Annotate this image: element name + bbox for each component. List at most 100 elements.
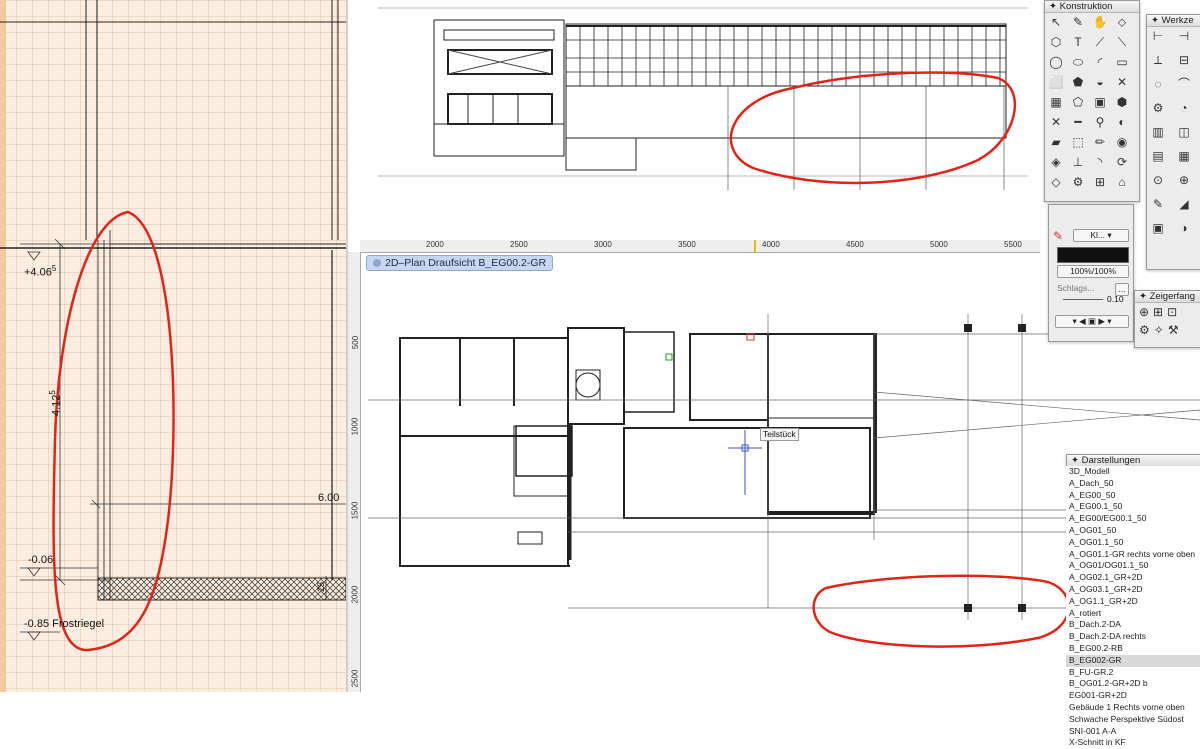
fill-color-swatch[interactable]: [1057, 247, 1129, 263]
tool-icon[interactable]: ▤: [1149, 147, 1167, 165]
pen-icon[interactable]: ✎: [1053, 229, 1063, 243]
views-list-item[interactable]: A_EG00/EG00.1_50: [1066, 513, 1200, 525]
construction-tool-icon[interactable]: ⟳: [1113, 153, 1131, 171]
construction-tool-icon[interactable]: ✕: [1113, 73, 1131, 91]
views-list-item[interactable]: B_Dach.2-DA rechts: [1066, 631, 1200, 643]
construction-tool-icon[interactable]: ↖: [1047, 13, 1065, 31]
snap-palette[interactable]: ✦ Zeigerfang ⊕⊞⊡ ⚙✧⚒: [1134, 290, 1200, 348]
construction-tool-icon[interactable]: ⊞: [1091, 173, 1109, 191]
views-list-item[interactable]: B_EG00.2-RB: [1066, 643, 1200, 655]
section-view-pane[interactable]: +4.065 4.125 6.00 -0.06 25 -0.85 Frostri…: [0, 0, 348, 692]
construction-tool-icon[interactable]: ⬚: [1069, 133, 1087, 151]
construction-tool-icon[interactable]: ◜: [1091, 53, 1109, 71]
elevation-view-pane[interactable]: [348, 0, 1040, 240]
construction-palette[interactable]: ✦ Konstruktion ↖ ✎ ✋ ⬦ ⬡ T ⟋ ⟍ ◯ ⬭ ◜ ▭ ⬜ ⬟ ◒ ✕ ▦ ⬠ ▣ ⬢ ✕ ━ ⚲ ◐ ▰…: [1044, 0, 1140, 202]
construction-tool-icon[interactable]: ⬠: [1069, 93, 1087, 111]
snap-tooltip: Teilstück: [760, 428, 799, 441]
snap-mode-icons[interactable]: ⊕⊞⊡: [1139, 305, 1181, 319]
tool-icon[interactable]: ◫: [1175, 123, 1193, 141]
construction-tool-icon[interactable]: ◐: [1113, 113, 1131, 131]
construction-tool-icon[interactable]: ⚙: [1069, 173, 1087, 191]
construction-tool-icon[interactable]: ⬡: [1047, 33, 1065, 51]
close-icon[interactable]: [373, 259, 381, 267]
plan-window-title-tab[interactable]: 2D–Plan Draufsicht B_EG00.2-GR: [366, 255, 554, 271]
views-list-item[interactable]: B_FU-GR.2: [1066, 667, 1200, 679]
views-list-item[interactable]: B_EG002-GR: [1066, 654, 1200, 667]
construction-tool-icon[interactable]: ✏: [1091, 133, 1109, 151]
construction-tool-icon[interactable]: ⬭: [1069, 53, 1087, 71]
construction-tool-icon[interactable]: ▣: [1091, 93, 1109, 111]
views-list-item[interactable]: A_OG02.1_GR+2D: [1066, 572, 1200, 584]
construction-tool-icon[interactable]: ⟍: [1113, 33, 1131, 51]
views-list-item[interactable]: X-Schnitt in KF: [1066, 737, 1200, 749]
views-list-item[interactable]: A_OG01/OG01.1_50: [1066, 560, 1200, 572]
level-mid-label: -0.06: [28, 554, 54, 566]
views-list-item[interactable]: Schwache Perspektive Südost: [1066, 714, 1200, 726]
construction-tool-icon[interactable]: ◇: [1047, 173, 1065, 191]
views-list-item[interactable]: B_OG01.2-GR+2D b: [1066, 678, 1200, 690]
tool-icon[interactable]: ◌: [1149, 75, 1167, 93]
views-list-item[interactable]: B_Dach.2-DA: [1066, 619, 1200, 631]
construction-tool-icon[interactable]: ⟋: [1091, 33, 1109, 51]
construction-tool-icon[interactable]: ⬦: [1113, 13, 1131, 31]
construction-tool-icon[interactable]: ⬜: [1047, 73, 1065, 91]
views-list-item[interactable]: Gebäude 1 Rechts vorne oben: [1066, 702, 1200, 714]
opacity-button[interactable]: 100%/100%: [1057, 265, 1129, 278]
tool-icon[interactable]: ⊙: [1149, 171, 1167, 189]
tool-icon[interactable]: ▥: [1149, 123, 1167, 141]
views-list-item[interactable]: A_OG1.1_GR+2D: [1066, 596, 1200, 608]
tool-icon[interactable]: ⚙: [1149, 99, 1167, 117]
construction-tool-icon[interactable]: ⚲: [1091, 113, 1109, 131]
views-list[interactable]: 3D_Modell A_Dach_50 A_EG00_50 A_EG00.1_50 A_…: [1066, 466, 1200, 747]
views-list-item[interactable]: 3D_Modell: [1066, 466, 1200, 478]
construction-tool-icon[interactable]: ⬢: [1113, 93, 1131, 111]
snap-mode-icons-2[interactable]: ⚙✧⚒: [1139, 323, 1183, 337]
line-weight-slider[interactable]: [1063, 299, 1103, 300]
construction-tool-icon[interactable]: ▭: [1113, 53, 1131, 71]
tools-palette[interactable]: ✦ Werkze ⊢ ⊣ ⟂ ⊟ ◌ ⌒ ⚙ ◔ ▥ ◫ ▤ ▦ ⊙ ⊕ ✎ ◢ ▣ ◑: [1146, 14, 1200, 270]
tool-icon[interactable]: ⊣: [1175, 27, 1193, 45]
tool-icon[interactable]: ✎: [1149, 195, 1167, 213]
construction-tool-icon[interactable]: ◒: [1091, 73, 1109, 91]
tool-icon[interactable]: ⊟: [1175, 51, 1193, 69]
views-list-item[interactable]: A_OG01_50: [1066, 525, 1200, 537]
views-list-item[interactable]: A_OG03.1_GR+2D: [1066, 584, 1200, 596]
views-list-item[interactable]: A_EG00.1_50: [1066, 501, 1200, 513]
layer-nav-buttons[interactable]: ▾ ◀ ▣ ▶ ▾: [1055, 315, 1129, 328]
construction-tool-icon[interactable]: ▦: [1047, 93, 1065, 111]
construction-tool-icon[interactable]: ◉: [1113, 133, 1131, 151]
tools-grid: ⊢ ⊣ ⟂ ⊟ ◌ ⌒ ⚙ ◔ ▥ ◫ ▤ ▦ ⊙ ⊕ ✎ ◢ ▣ ◑: [1149, 27, 1200, 267]
construction-tool-icon[interactable]: ✋: [1091, 13, 1109, 31]
construction-tool-icon[interactable]: ⌂: [1113, 173, 1131, 191]
tool-icon[interactable]: ⌒: [1175, 75, 1193, 93]
attributes-palette[interactable]: ✎ Kl... ▾ 100%/100% Schlags... ... 0.10 …: [1048, 204, 1134, 342]
views-list-item[interactable]: A_Dach_50: [1066, 478, 1200, 490]
construction-tool-icon[interactable]: ✕: [1047, 113, 1065, 131]
construction-tool-icon[interactable]: ━: [1069, 113, 1087, 131]
construction-tool-icon[interactable]: ✎: [1069, 13, 1087, 31]
tool-icon[interactable]: ◔: [1175, 99, 1193, 117]
construction-tool-icon[interactable]: ▰: [1047, 133, 1065, 151]
construction-tool-icon[interactable]: ⬟: [1069, 73, 1087, 91]
construction-tool-icon[interactable]: ⊥: [1069, 153, 1087, 171]
construction-tool-icon[interactable]: T: [1069, 33, 1087, 51]
tool-icon[interactable]: ⊢: [1149, 27, 1167, 45]
views-list-item[interactable]: A_OG01.1_50: [1066, 537, 1200, 549]
tool-icon[interactable]: ▣: [1149, 219, 1167, 237]
small-dimension-label: 25: [316, 581, 326, 592]
tool-icon[interactable]: ◢: [1175, 195, 1193, 213]
construction-tool-icon[interactable]: ◯: [1047, 53, 1065, 71]
tool-icon[interactable]: ◑: [1175, 219, 1193, 237]
tool-icon[interactable]: ⊕: [1175, 171, 1193, 189]
views-list-item[interactable]: A_EG00_50: [1066, 490, 1200, 502]
pen-style-dropdown[interactable]: Kl... ▾: [1073, 229, 1129, 242]
construction-palette-title: ✦ Konstruktion: [1045, 1, 1139, 13]
views-list-item[interactable]: SNI-001 A-A: [1066, 726, 1200, 738]
tool-icon[interactable]: ⟂: [1149, 51, 1167, 69]
views-palette-title: ✦ Darstellungen: [1067, 455, 1200, 466]
tool-icon[interactable]: ▦: [1175, 147, 1193, 165]
construction-tool-icon[interactable]: ◈: [1047, 153, 1065, 171]
views-list-item[interactable]: A_rotiert: [1066, 608, 1200, 620]
construction-tool-icon[interactable]: ◝: [1091, 153, 1109, 171]
views-list-item[interactable]: A_OG01.1-GR rechts vorne oben: [1066, 549, 1200, 561]
